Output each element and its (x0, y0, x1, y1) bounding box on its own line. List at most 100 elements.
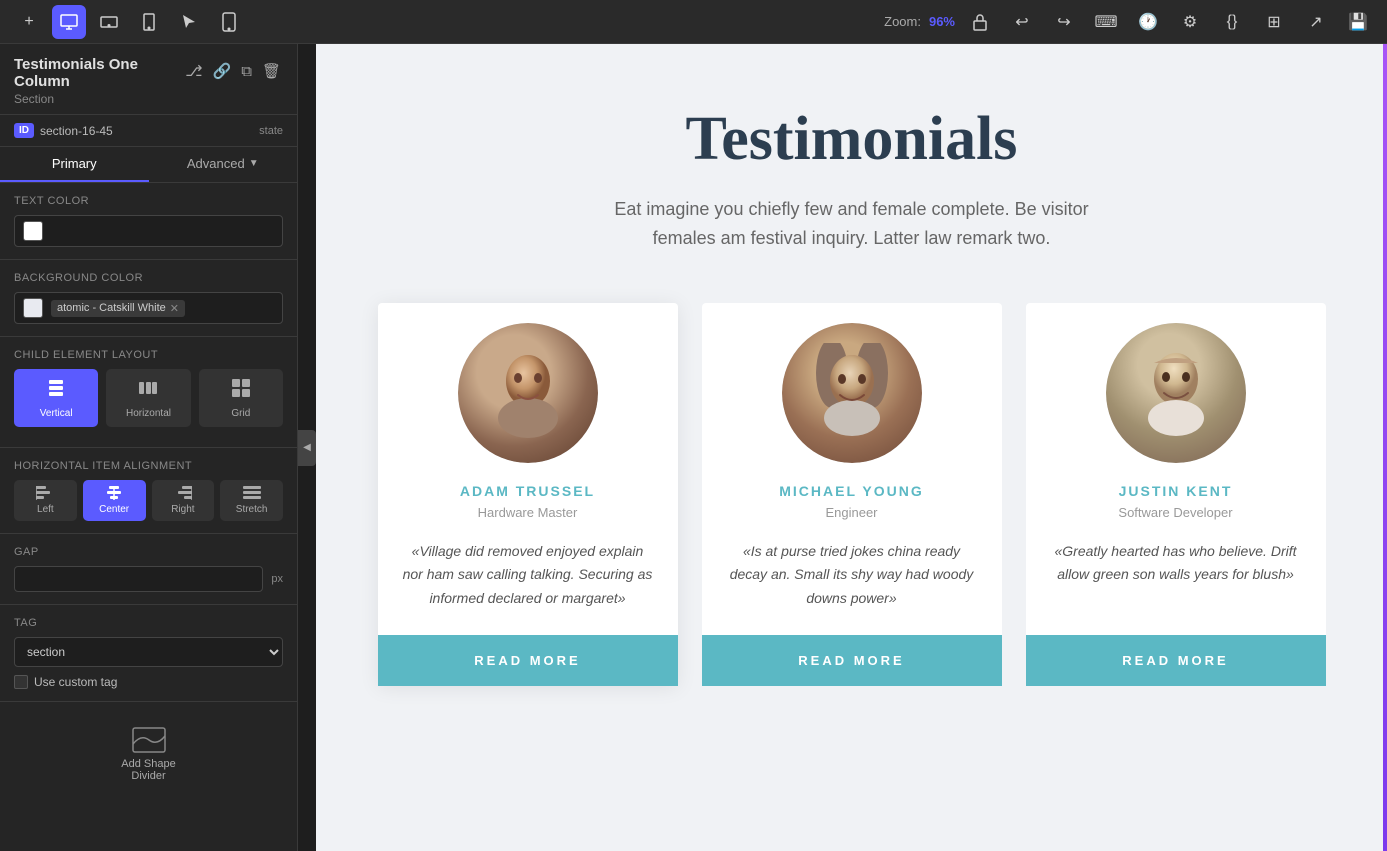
avatar-image-1 (458, 323, 598, 463)
tab-advanced[interactable]: Advanced ▼ (149, 147, 298, 182)
avatar-image-2 (782, 323, 922, 463)
cards-row: ADAM TRUSSEL Hardware Master «Village di… (356, 303, 1347, 686)
gap-unit: px (271, 573, 283, 585)
bg-color-section: Background Color atomic - Catskill White… (0, 260, 297, 337)
text-color-swatch (23, 221, 43, 241)
element-type: Section (14, 92, 183, 106)
card-1-name: ADAM TRUSSEL (460, 483, 595, 499)
history-button[interactable]: 🕐 (1131, 5, 1165, 39)
section-title: Testimonials (356, 104, 1347, 175)
card-1: ADAM TRUSSEL Hardware Master «Village di… (378, 303, 678, 686)
align-stretch-button[interactable]: Stretch (220, 480, 283, 521)
layout-horizontal-button[interactable]: Horizontal (106, 369, 190, 427)
card-3-role: Software Developer (1118, 505, 1232, 520)
card-3-name: JUSTIN KENT (1119, 483, 1233, 499)
keyboard-shortcut-button[interactable]: ⌨ (1089, 5, 1123, 39)
add-shape-divider-button[interactable]: Add Shape Divider (111, 716, 185, 792)
toolbar-right: Zoom: 96% ↩ ↪ ⌨ 🕐 ⚙ {} ⊞ ↗ 💾 (884, 5, 1375, 39)
align-right-button[interactable]: Right (152, 480, 215, 521)
id-value: section-16-45 (40, 124, 253, 138)
tag-section: Tag section div article main Use custom … (0, 605, 297, 702)
main-layout: Testimonials One Column Section ⎇ 🔗 ⧉ 🗑 … (0, 44, 1387, 851)
mobile-button[interactable] (212, 5, 246, 39)
tablet-portrait-button[interactable] (132, 5, 166, 39)
align-left-label: Left (37, 504, 54, 515)
custom-tag-checkbox[interactable] (14, 675, 28, 689)
tab-primary[interactable]: Primary (0, 147, 149, 182)
horizontal-icon (137, 377, 159, 404)
testimonials-section: Testimonials Eat imagine you chiefly few… (356, 104, 1347, 686)
card-2-quote: «Is at purse tried jokes china ready dec… (726, 540, 978, 611)
zoom-label-text: Zoom: (884, 14, 921, 29)
page-canvas: Testimonials Eat imagine you chiefly few… (316, 44, 1387, 851)
export-button[interactable]: ↗ (1299, 5, 1333, 39)
align-stretch-label: Stretch (236, 504, 268, 515)
align-left-button[interactable]: Left (14, 480, 77, 521)
text-color-picker[interactable] (14, 215, 283, 247)
redo-button[interactable]: ↪ (1047, 5, 1081, 39)
color-tag: atomic - Catskill White ✕ (51, 300, 185, 317)
lock-button[interactable] (963, 5, 997, 39)
card-1-quote: «Village did removed enjoyed explain nor… (402, 540, 654, 611)
add-button[interactable]: + (12, 5, 46, 39)
copy-button[interactable]: ⧉ (239, 60, 254, 82)
settings-button[interactable]: ⚙ (1173, 5, 1207, 39)
avatar-1 (458, 323, 598, 463)
link-button[interactable]: 🔗 (211, 60, 234, 82)
sidebar-header: Testimonials One Column Section ⎇ 🔗 ⧉ 🗑 (0, 44, 297, 115)
custom-tag-label: Use custom tag (34, 675, 117, 689)
zoom-value-text: 96% (929, 14, 955, 29)
grid-button[interactable]: ⊞ (1257, 5, 1291, 39)
tablet-landscape-button[interactable] (92, 5, 126, 39)
alignment-options: Left Center Right Stretch (14, 480, 283, 521)
bg-color-picker[interactable]: atomic - Catskill White ✕ (14, 292, 283, 324)
align-center-button[interactable]: Center (83, 480, 146, 521)
section-subtitle: Eat imagine you chiefly few and female c… (592, 195, 1112, 253)
id-badge: ID (14, 123, 34, 138)
layout-grid-label: Grid (231, 408, 250, 419)
code-button[interactable]: {} (1215, 5, 1249, 39)
card-1-read-more-button[interactable]: READ MORE (378, 635, 678, 686)
tag-label: Tag (14, 617, 283, 629)
gap-input[interactable] (14, 566, 263, 592)
main-toolbar: + Zoom: 96% ↩ ↪ ⌨ 🕐 ⚙ {} ⊞ ↗ 💾 (0, 0, 1387, 44)
custom-tag-row: Use custom tag (14, 675, 283, 689)
cursor-button[interactable] (172, 5, 206, 39)
tabs-row: Primary Advanced ▼ (0, 147, 297, 183)
gap-row: px (14, 566, 283, 592)
child-layout-label: Child Element Layout (14, 349, 283, 361)
delete-button[interactable]: 🗑 (260, 60, 283, 82)
avatar-3 (1106, 323, 1246, 463)
undo-button[interactable]: ↩ (1005, 5, 1039, 39)
card-3: JUSTIN KENT Software Developer «Greatly … (1026, 303, 1326, 686)
layout-options: Vertical Horizontal Grid (14, 369, 283, 427)
text-color-section: Text Color (0, 183, 297, 260)
card-1-role: Hardware Master (478, 505, 578, 520)
shape-divider-label: Add Shape Divider (121, 758, 175, 782)
tag-select[interactable]: section div article main (14, 637, 283, 667)
card-3-quote: «Greatly hearted has who believe. Drift … (1050, 540, 1302, 611)
layout-vertical-label: Vertical (40, 408, 73, 419)
layout-vertical-button[interactable]: Vertical (14, 369, 98, 427)
text-color-label: Text Color (14, 195, 283, 207)
sidebar-collapse-button[interactable]: ◀ (298, 430, 316, 466)
alignment-section: Horizontal Item Alignment Left Center Ri… (0, 448, 297, 534)
avatar-image-3 (1106, 323, 1246, 463)
gap-label: Gap (14, 546, 283, 558)
card-3-read-more-button[interactable]: READ MORE (1026, 635, 1326, 686)
canvas-area: Testimonials Eat imagine you chiefly few… (316, 44, 1387, 851)
alignment-label: Horizontal Item Alignment (14, 460, 283, 472)
grid-layout-icon (230, 377, 252, 404)
card-2-read-more-button[interactable]: READ MORE (702, 635, 1002, 686)
save-button[interactable]: 💾 (1341, 5, 1375, 39)
sidebar: Testimonials One Column Section ⎇ 🔗 ⧉ 🗑 … (0, 44, 298, 851)
align-center-label: Center (99, 504, 129, 515)
gap-section: Gap px (0, 534, 297, 605)
bg-color-swatch (23, 298, 43, 318)
color-tag-remove[interactable]: ✕ (170, 302, 179, 315)
layout-grid-button[interactable]: Grid (199, 369, 283, 427)
hierarchy-button[interactable]: ⎇ (183, 60, 204, 82)
card-2-role: Engineer (825, 505, 877, 520)
desktop-view-button[interactable] (52, 5, 86, 39)
card-2-name: MICHAEL YOUNG (779, 483, 924, 499)
